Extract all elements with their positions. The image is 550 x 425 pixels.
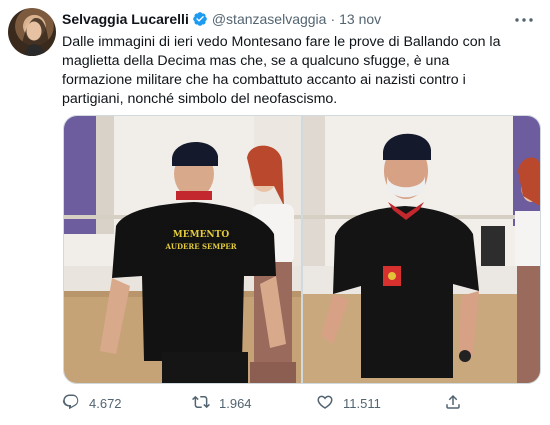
reply-button[interactable]: 4.672 [62, 393, 122, 414]
reply-icon [62, 393, 80, 414]
share-icon [444, 393, 462, 414]
tweet-media[interactable]: MEMENTO AUDERE SEMPER [63, 115, 541, 384]
verified-badge-icon [192, 11, 208, 27]
avatar-photo [20, 17, 50, 56]
separator-dot: · [330, 11, 336, 27]
more-horizontal-icon[interactable] [512, 10, 536, 30]
share-button[interactable] [444, 393, 462, 414]
retweet-button[interactable]: 1.964 [192, 393, 252, 414]
shirt-text-line1: MEMENTO [173, 230, 230, 240]
display-name[interactable]: Selvaggia Lucarelli [62, 11, 189, 27]
tweet-text: Dalle immagini di ieri vedo Montesano fa… [62, 34, 501, 107]
tweet-actions: 4.672 1.964 11.511 [62, 393, 502, 415]
like-count: 11.511 [343, 396, 381, 411]
retweet-count: 1.964 [219, 396, 252, 411]
tweet-date[interactable]: 13 nov [339, 11, 381, 27]
tweet-header: Selvaggia Lucarelli @stanzaselvaggia · 1… [62, 9, 381, 29]
media-photo-left[interactable]: MEMENTO AUDERE SEMPER [64, 116, 301, 383]
photo-scene-left: MEMENTO AUDERE SEMPER [64, 116, 301, 383]
heart-icon [316, 393, 334, 414]
tweet-card[interactable]: Selvaggia Lucarelli @stanzaselvaggia · 1… [0, 0, 550, 425]
avatar[interactable] [8, 8, 56, 56]
like-button[interactable]: 11.511 [316, 393, 381, 414]
reply-count: 4.672 [89, 396, 122, 411]
photo-scene-right [303, 116, 540, 383]
media-photo-right[interactable] [303, 116, 540, 383]
retweet-icon [192, 393, 210, 414]
shirt-text-line2: AUDERE SEMPER [164, 242, 236, 251]
handle[interactable]: @stanzaselvaggia [212, 11, 327, 27]
